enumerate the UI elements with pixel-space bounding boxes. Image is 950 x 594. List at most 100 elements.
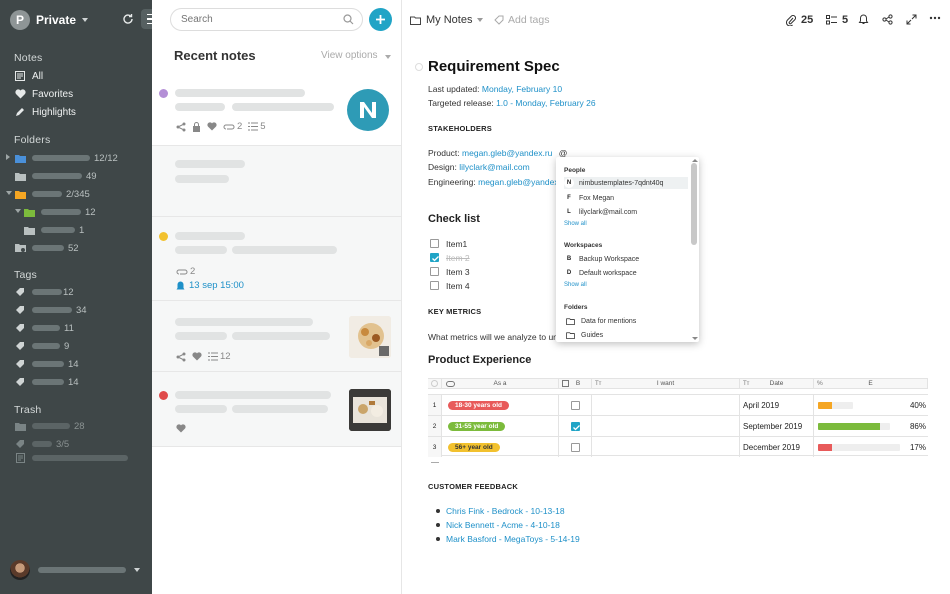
- notes-section-header: Notes: [14, 52, 43, 64]
- row-checkbox[interactable]: [570, 400, 580, 410]
- mention-folder[interactable]: Data for mentions: [564, 315, 688, 327]
- sidebar-item-favorites[interactable]: Favorites: [14, 86, 73, 102]
- chevron-down-icon[interactable]: [15, 209, 21, 213]
- mention-folder[interactable]: Guides: [564, 329, 688, 341]
- target-release-link[interactable]: 1.0 - Monday, February 26: [496, 98, 596, 108]
- link-icon: [446, 381, 455, 387]
- sidebar-folder[interactable]: 52: [14, 240, 79, 256]
- tag-icon: [14, 340, 26, 352]
- fullscreen-button[interactable]: [906, 14, 917, 25]
- sidebar-tag[interactable]: 12: [14, 284, 74, 300]
- date-cell[interactable]: September 2019: [740, 416, 814, 436]
- sidebar-tag[interactable]: 14: [14, 356, 79, 372]
- column-header[interactable]: As a: [442, 378, 559, 389]
- mention-person[interactable]: Llilyclark@mail.com: [564, 206, 688, 218]
- folder-count: 1: [79, 224, 85, 236]
- table-row[interactable]: 3 56+ year old December 2019 17%: [428, 436, 928, 457]
- sidebar-folder[interactable]: 2/345: [14, 186, 90, 202]
- chevron-down-icon[interactable]: [385, 55, 391, 59]
- row-checkbox[interactable]: [570, 421, 580, 431]
- more-options-button[interactable]: [929, 16, 941, 20]
- bullet: [436, 537, 440, 541]
- progress-cell[interactable]: 40%: [814, 395, 928, 415]
- engineering-email-link[interactable]: megan.gleb@yandex.ru: [478, 177, 568, 187]
- progress-cell[interactable]: 17%: [814, 437, 928, 457]
- product-email-link[interactable]: megan.gleb@yandex.ru: [462, 148, 552, 158]
- trash-item[interactable]: 28: [14, 418, 85, 434]
- sidebar-folder[interactable]: 1: [23, 222, 84, 238]
- add-tags-button[interactable]: Add tags: [494, 14, 549, 26]
- column-header[interactable]: Tт Date: [740, 378, 814, 389]
- age-tag[interactable]: 31-55 year old: [448, 421, 506, 431]
- feedback-link[interactable]: Mark Basford - MegaToys - 5-14-19: [446, 534, 580, 544]
- reminder-button[interactable]: [858, 14, 869, 25]
- sidebar-folder[interactable]: 12: [23, 204, 96, 220]
- sidebar-item-all[interactable]: All: [14, 68, 43, 84]
- i-want-cell[interactable]: [592, 395, 740, 415]
- popup-scrollbar[interactable]: [691, 163, 697, 245]
- sidebar-tag[interactable]: 34: [14, 302, 87, 318]
- chevron-down-icon: [477, 18, 484, 22]
- column-header[interactable]: B: [559, 378, 592, 389]
- mention-dropdown: People Nnimbustemplates-7qdnt40q F Fox Me…: [556, 157, 699, 342]
- show-all-people-link[interactable]: Show all: [564, 221, 587, 227]
- design-email-link[interactable]: lilyclark@mail.com: [459, 162, 530, 172]
- folder-icon: [14, 152, 26, 164]
- checklist-checkbox[interactable]: [430, 239, 439, 248]
- date-cell[interactable]: December 2019: [740, 437, 814, 457]
- chevron-right-icon[interactable]: [6, 154, 10, 160]
- mention-person[interactable]: Nnimbustemplates-7qdnt40q: [564, 177, 688, 189]
- table-row-handle-header[interactable]: [428, 378, 442, 389]
- i-want-cell[interactable]: [592, 416, 740, 436]
- shared-folder-icon: [14, 242, 26, 254]
- i-want-cell[interactable]: [592, 437, 740, 457]
- checklist-checkbox[interactable]: [430, 267, 439, 276]
- checklist-button[interactable]: 5: [826, 14, 848, 26]
- mention-person[interactable]: F Fox Megan: [564, 192, 688, 204]
- share-button[interactable]: [882, 14, 893, 25]
- sync-icon[interactable]: [122, 13, 134, 25]
- notebook-selector[interactable]: My Notes: [410, 14, 484, 26]
- tag-count: 34: [76, 304, 87, 316]
- scroll-up-icon[interactable]: [692, 159, 698, 162]
- show-all-workspaces-link[interactable]: Show all: [564, 282, 587, 288]
- table-row[interactable]: 1 18-30 years old April 2019 40%: [428, 394, 928, 415]
- checklist-checkbox[interactable]: [430, 281, 439, 290]
- block-handle[interactable]: [415, 63, 423, 71]
- sidebar-folder[interactable]: 49: [14, 168, 97, 184]
- search-input[interactable]: [181, 14, 331, 25]
- mention-workspace[interactable]: B Backup Workspace: [564, 253, 688, 265]
- row-checkbox[interactable]: [570, 442, 580, 452]
- search-icon[interactable]: [343, 14, 354, 25]
- scroll-down-icon[interactable]: [692, 337, 698, 340]
- sidebar-folder[interactable]: 12/12: [14, 150, 118, 166]
- chevron-down-icon[interactable]: [6, 191, 12, 195]
- trash-item[interactable]: [14, 450, 128, 466]
- table-row[interactable]: 2 31-55 year old September 2019 86%: [428, 415, 928, 436]
- sidebar-tag[interactable]: 14: [14, 374, 79, 390]
- note-title[interactable]: Requirement Spec: [428, 58, 560, 75]
- search-box[interactable]: [170, 8, 363, 31]
- add-note-button[interactable]: [369, 8, 392, 31]
- sidebar-tag[interactable]: 11: [14, 320, 74, 336]
- column-header[interactable]: % E: [814, 378, 928, 389]
- sidebar-tag[interactable]: 9: [14, 338, 69, 354]
- user-menu[interactable]: [10, 560, 150, 580]
- last-updated-link[interactable]: Monday, February 10: [482, 84, 562, 94]
- progress-cell[interactable]: 86%: [814, 416, 928, 436]
- sidebar-item-highlights[interactable]: Highlights: [14, 104, 76, 120]
- date-cell[interactable]: April 2019: [740, 395, 814, 415]
- age-tag[interactable]: 18-30 years old: [448, 400, 509, 410]
- heart-icon: [207, 122, 217, 131]
- view-options-button[interactable]: View options: [321, 50, 378, 61]
- attachment-icon: [176, 269, 188, 274]
- attachments-button[interactable]: 25: [786, 14, 813, 26]
- checklist-checkbox[interactable]: [430, 253, 439, 262]
- mention-workspace[interactable]: D Default workspace: [564, 267, 688, 279]
- age-tag[interactable]: 56+ year old: [448, 442, 500, 452]
- column-header[interactable]: Tт I want: [592, 378, 740, 389]
- target-release: Targeted release: 1.0 - Monday, February…: [428, 98, 596, 108]
- feedback-link[interactable]: Chris Fink - Bedrock - 10-13-18: [446, 506, 565, 516]
- feedback-link[interactable]: Nick Bennett - Acme - 4-10-18: [446, 520, 560, 530]
- add-row-handle[interactable]: [431, 459, 439, 463]
